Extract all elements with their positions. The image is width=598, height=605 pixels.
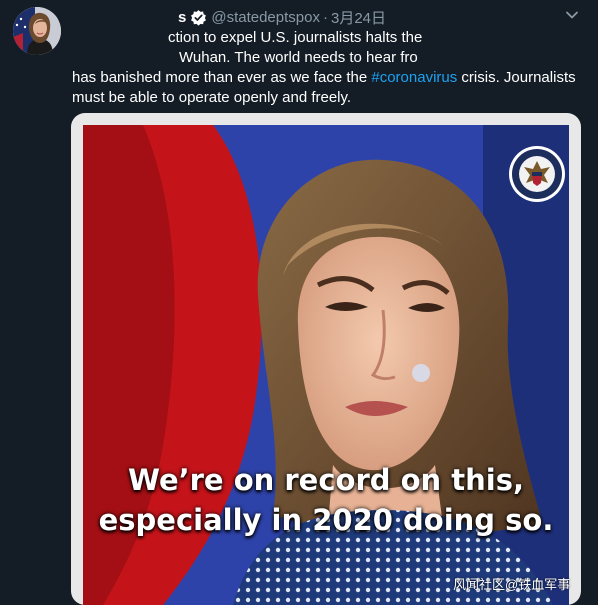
video-caption-line: especially in 2020 doing so. <box>98 503 554 537</box>
video-frame[interactable]: We’re on record on this, especially in 2… <box>83 125 569 605</box>
tweet-text: ction to expel U.S. journalists halts th… <box>72 28 577 108</box>
hashtag-link[interactable]: #coronavirus <box>371 69 457 86</box>
verified-badge-icon <box>190 9 207 26</box>
tweet-header: s @statedeptspox · 3月24日 <box>178 6 386 28</box>
tweet-text-line: has banished more than ever as we face t… <box>72 68 577 88</box>
display-name[interactable]: s <box>178 9 186 26</box>
watermark: 风闻社区@铁血军事 <box>453 577 571 592</box>
tweet-text-segment: has banished more than ever as we face t… <box>72 69 372 86</box>
department-seal-icon <box>508 145 566 203</box>
avatar[interactable] <box>13 7 61 55</box>
tweet-text-line: must be able to operate openly and freel… <box>72 89 352 106</box>
video-caption-line: We’re on record on this, <box>127 463 524 497</box>
tweet-view: s @statedeptspox · 3月24日 ction to expel … <box>0 0 598 605</box>
tweet-date[interactable]: 3月24日 <box>331 7 386 28</box>
media-card[interactable]: We’re on record on this, especially in 2… <box>71 113 581 605</box>
tweet-text-line: Wuhan. The world needs to hear fro <box>179 49 418 66</box>
tweet-text-line: ction to expel U.S. journalists halts th… <box>168 29 423 46</box>
header-separator: · <box>322 8 328 26</box>
user-handle[interactable]: @statedeptspox <box>211 9 320 26</box>
tweet-text-segment: crisis. Journalists <box>457 69 576 86</box>
chevron-down-icon[interactable] <box>563 6 581 24</box>
